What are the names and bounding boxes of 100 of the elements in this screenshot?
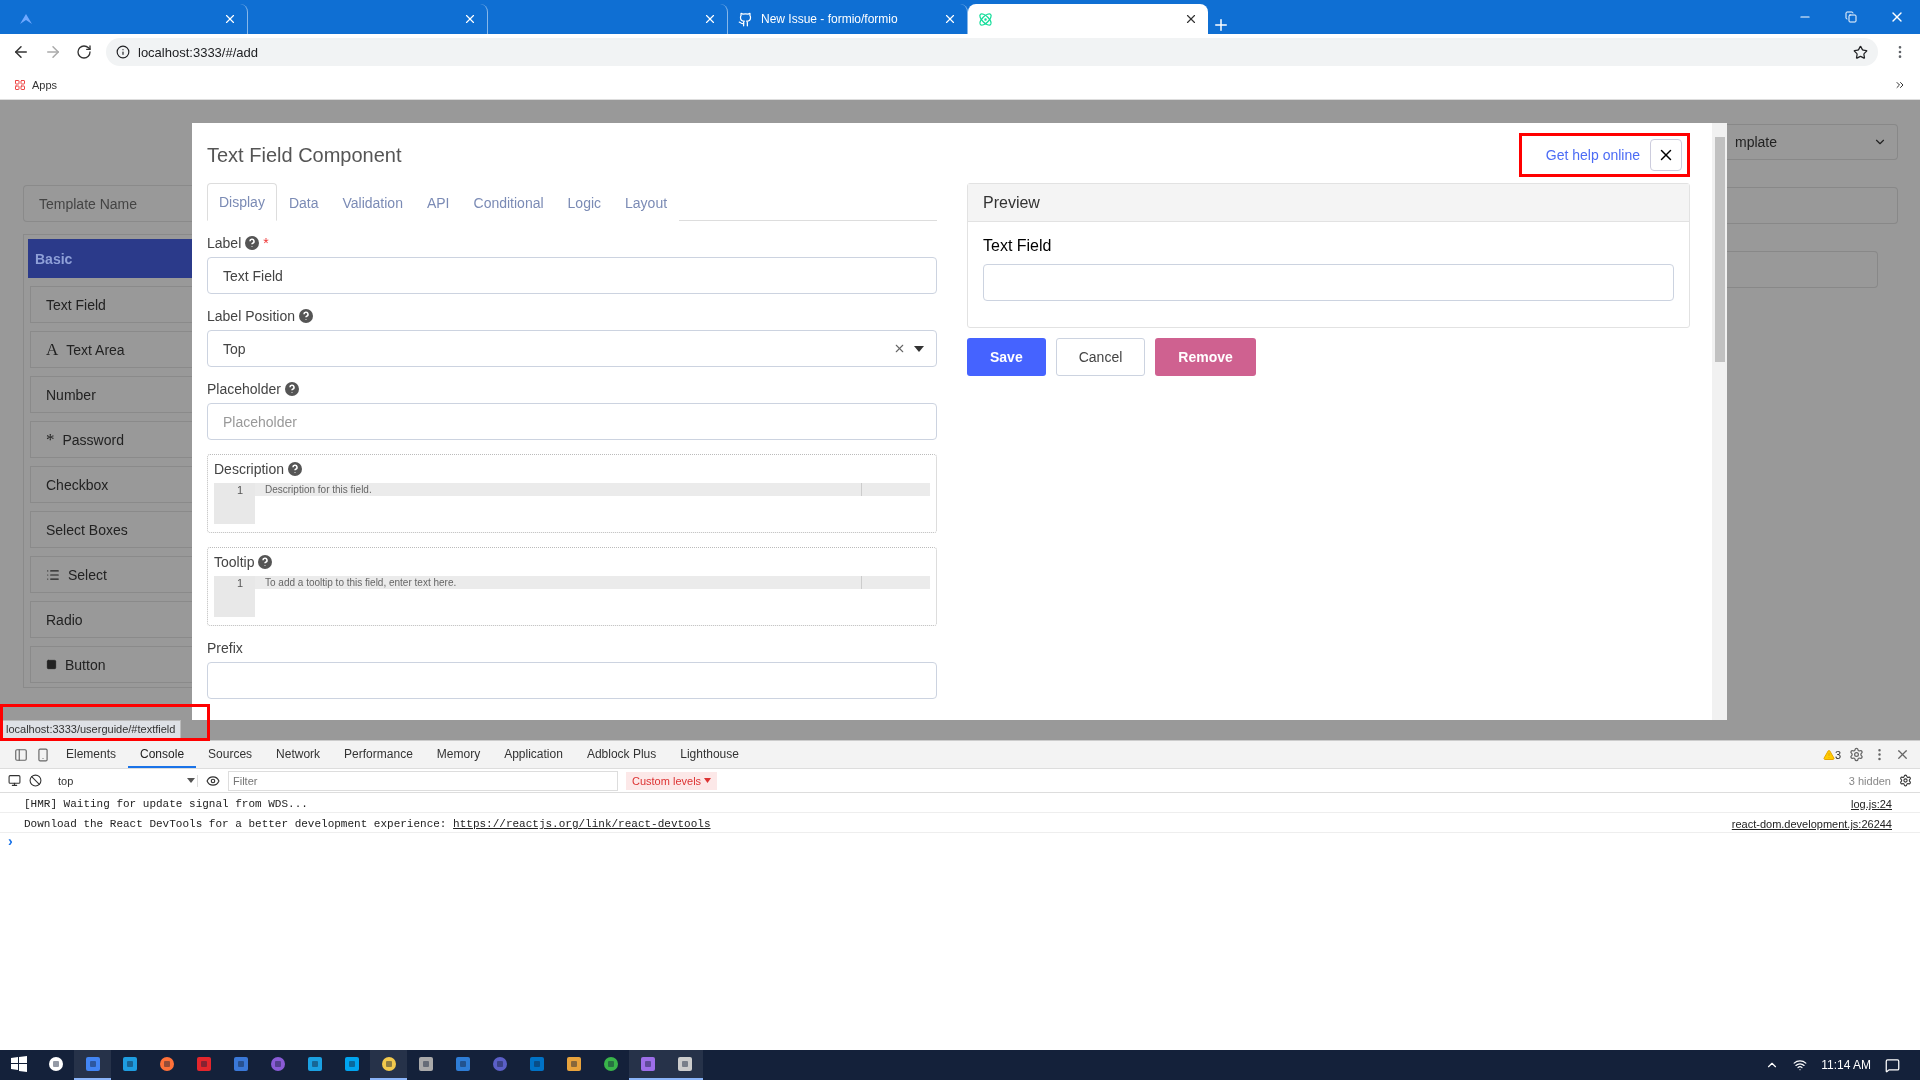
close-button[interactable]	[1650, 139, 1682, 171]
clear-console-icon[interactable]	[29, 774, 42, 787]
app-icon	[454, 1056, 471, 1072]
back-icon[interactable]	[12, 43, 30, 61]
new-tab-icon[interactable]	[1212, 16, 1230, 34]
glyph-icon: *	[46, 429, 55, 450]
sidebar-item[interactable]: A Text Area	[30, 331, 192, 368]
app-icon	[269, 1056, 286, 1072]
atom-icon	[978, 11, 993, 27]
notification-icon[interactable]	[1885, 1057, 1900, 1073]
template-select[interactable]: mplate	[1727, 124, 1898, 160]
devtools-tab[interactable]: Adblock Plus	[574, 741, 669, 768]
sidebar-item[interactable]: Button	[30, 646, 192, 683]
template-name-field[interactable]: Template Name	[23, 185, 192, 222]
dialog-tab[interactable]: Display	[207, 183, 277, 221]
editor-placeholder[interactable]: Description for this field.	[255, 483, 862, 496]
sidebar-item[interactable]: Select	[30, 556, 192, 593]
sidebar-item-label: Radio	[46, 611, 83, 628]
field-label: Placeholder	[207, 381, 281, 397]
app-icon	[639, 1056, 656, 1072]
console-prompt[interactable]: ›	[0, 833, 1920, 849]
console-message: Download the React DevTools for a better development experience: https://reactjs.org/link/react-devtools	[24, 818, 711, 830]
link[interactable]: https://reactjs.org/link/react-devtools	[453, 818, 711, 830]
dialog-title: Text Field Component	[207, 143, 402, 167]
context-select[interactable]: top	[50, 774, 198, 787]
levels-dropdown[interactable]: Custom levels	[626, 771, 718, 790]
clear-icon[interactable]	[893, 342, 906, 355]
sidebar-item[interactable]: Radio	[30, 601, 192, 638]
field-label: Prefix	[207, 640, 243, 656]
devtools-tab[interactable]: Network	[264, 741, 333, 768]
editor-line-highlight	[862, 483, 930, 496]
eye-icon[interactable]	[206, 773, 220, 788]
taskbar-button[interactable]	[666, 1050, 703, 1080]
app-icon	[84, 1056, 101, 1072]
app-icon	[343, 1056, 360, 1072]
field-label: Label	[207, 235, 242, 251]
reload-icon[interactable]	[76, 44, 92, 60]
devtools-tab[interactable]: Performance	[332, 741, 425, 768]
devtools-tab[interactable]: Application	[492, 741, 575, 768]
field-label: Label Position	[207, 308, 295, 324]
remove-button[interactable]: Remove	[1155, 338, 1256, 376]
editor-placeholder[interactable]: To add a tooltip to this field, enter text here.	[255, 576, 862, 589]
app-icon	[602, 1056, 619, 1072]
close-icon[interactable]	[1184, 12, 1198, 26]
devtools-tab[interactable]: Sources	[196, 741, 265, 768]
sidebar-toggle-icon[interactable]	[8, 774, 21, 787]
field-label: Description	[214, 461, 285, 477]
field-label: Text Field	[983, 237, 1053, 255]
clock[interactable]: 11:14 AM	[1821, 1058, 1871, 1072]
input-field[interactable]: Text Field	[207, 257, 937, 294]
bookmark[interactable]: Apps	[32, 78, 58, 91]
input-field[interactable]	[1727, 187, 1898, 224]
cancel-button[interactable]: Cancel	[1055, 338, 1146, 376]
devtools-tab[interactable]: Elements	[54, 741, 129, 768]
settings-icon[interactable]	[1849, 747, 1864, 762]
sidebar-item[interactable]: Select Boxes	[30, 511, 192, 548]
caret-icon	[704, 778, 712, 783]
warning-count[interactable]: 3	[1834, 748, 1841, 761]
taskbar-button[interactable]	[629, 1050, 666, 1080]
required-mark: *	[263, 235, 269, 251]
taskbar-button[interactable]	[74, 1050, 111, 1080]
taskbar-button[interactable]	[370, 1050, 407, 1080]
app-icon	[232, 1056, 249, 1072]
app-icon	[306, 1056, 323, 1072]
sidebar-item-label: Select Boxes	[46, 521, 128, 538]
hidden-count: 3 hidden	[1848, 774, 1891, 787]
devtools-tab[interactable]: Lighthouse	[668, 741, 751, 768]
devtools-tab[interactable]: Memory	[424, 741, 493, 768]
sidebar-group-header[interactable]: Basic	[28, 239, 192, 278]
sidebar-item[interactable]: Checkbox	[30, 466, 192, 503]
preview-title: Preview	[968, 184, 1689, 222]
caret-icon	[187, 778, 195, 783]
windows-logo-icon[interactable]	[10, 1056, 27, 1072]
source-link[interactable]: react-dom.development.js:26244	[1731, 818, 1892, 830]
devtools-tab[interactable]: Console	[128, 741, 197, 768]
sidebar-item[interactable]: Number	[30, 376, 192, 413]
star-icon[interactable]	[1853, 44, 1868, 60]
settings-icon[interactable]	[1899, 774, 1912, 787]
address-bar[interactable]: localhost:3333/#/add	[106, 38, 1878, 66]
scrollbar[interactable]	[1712, 123, 1727, 720]
inspect-icon[interactable]	[14, 747, 28, 762]
console-message: [HMR] Waiting for update signal from WDS...	[24, 798, 308, 810]
wifi-icon[interactable]	[1793, 1058, 1808, 1072]
filter-field[interactable]: Filter	[228, 770, 618, 791]
warning-icon	[1822, 748, 1835, 761]
device-icon[interactable]	[36, 747, 50, 762]
app-icon	[491, 1056, 508, 1072]
help-link[interactable]: Get help online	[1545, 147, 1640, 163]
app-icon	[528, 1056, 545, 1072]
sidebar-item[interactable]: Text Field	[30, 286, 192, 323]
sidebar-item-label: Button	[65, 656, 106, 673]
list-icon	[46, 567, 60, 582]
save-button[interactable]: Save	[967, 338, 1046, 376]
source-link[interactable]: log.js:24	[1851, 798, 1892, 810]
restore-icon[interactable]	[1845, 11, 1857, 23]
sidebar-item[interactable]: * Password	[30, 421, 192, 458]
sidebar-item-label: Number	[46, 386, 96, 403]
sidebar-item-label: Select	[68, 566, 107, 583]
select-field[interactable]: Top	[207, 330, 937, 367]
apps-grid-icon	[14, 78, 26, 91]
